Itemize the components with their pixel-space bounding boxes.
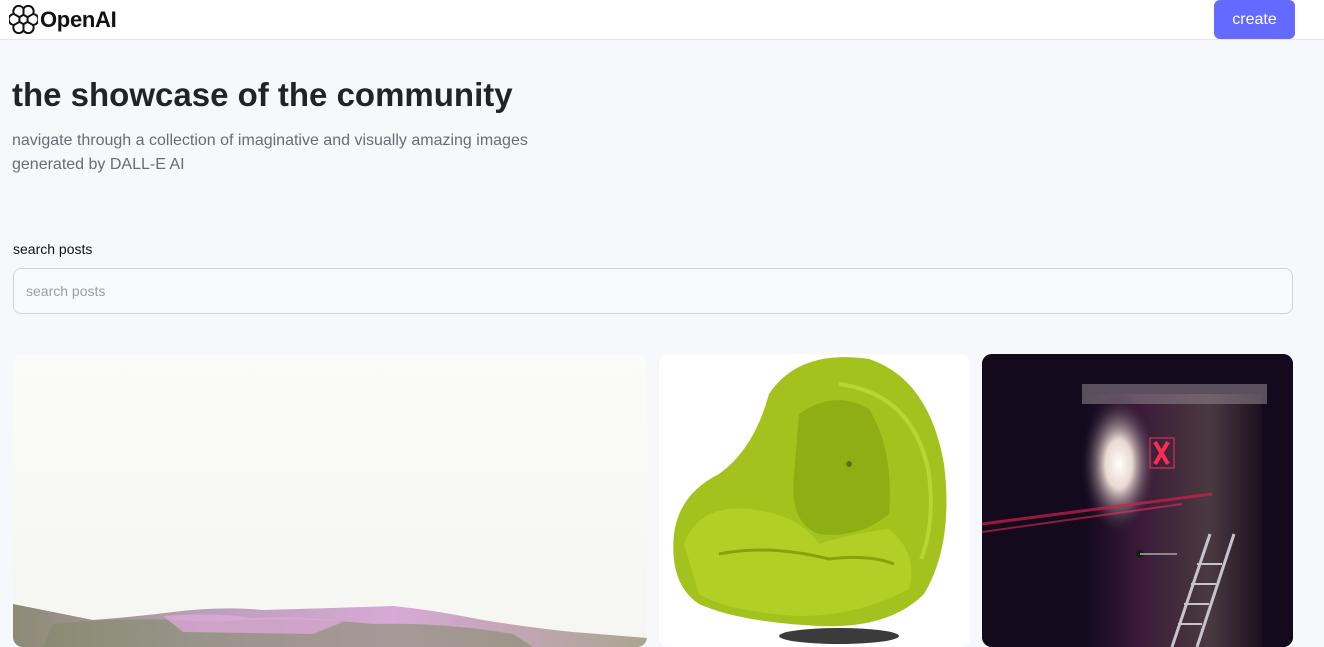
brand-name: OpenAI	[40, 7, 117, 32]
gallery-card[interactable]	[13, 354, 647, 647]
openai-logo-icon	[9, 5, 38, 34]
openai-logo[interactable]: OpenAI	[9, 5, 117, 34]
page-title: the showcase of the community	[12, 76, 513, 113]
pink-green-hills-image	[13, 354, 647, 647]
top-header: OpenAI create	[0, 0, 1324, 40]
lime-green-armchair-image	[659, 354, 970, 647]
create-button[interactable]: create	[1214, 0, 1295, 39]
search-input[interactable]	[13, 268, 1293, 314]
page-subtitle: navigate through a collection of imagina…	[12, 132, 528, 173]
dark-room-neon-x-image	[982, 354, 1293, 647]
gallery-card[interactable]	[982, 354, 1293, 647]
search-label: search posts	[13, 241, 93, 257]
gallery-card[interactable]	[659, 354, 970, 647]
